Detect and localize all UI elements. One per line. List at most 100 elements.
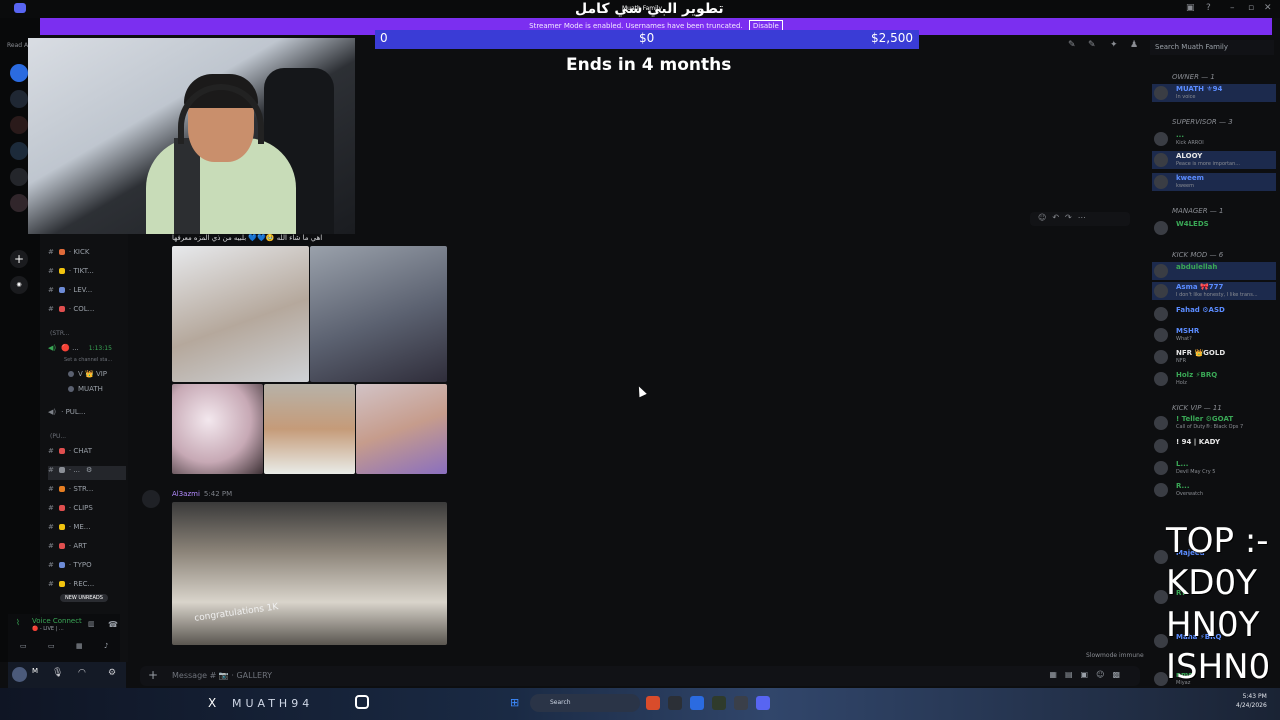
mute-icon[interactable]: 🎙 [52, 668, 63, 678]
voice-channel-name[interactable]: 🔴 - LIVE | ... [32, 626, 64, 632]
channel-item[interactable]: # · ME... [48, 523, 90, 537]
voice-channel[interactable]: ◀) · PUL... [48, 408, 86, 422]
message-author[interactable]: Al3azmi 5:42 PM [172, 490, 232, 498]
category-header[interactable]: (STR... [50, 330, 70, 337]
read-all-label[interactable]: Read A [7, 42, 28, 49]
add-server-icon[interactable]: + [10, 250, 28, 268]
member-item[interactable]: ... Kick ARROI [1152, 130, 1276, 148]
pin-icon[interactable]: ✦ [1110, 40, 1118, 50]
steam-icon[interactable] [690, 696, 704, 710]
help-icon[interactable]: ? [1206, 3, 1211, 13]
server-icon[interactable] [10, 194, 28, 212]
channel-emoji-icon [58, 562, 65, 568]
image-child-smiling[interactable] [172, 246, 309, 382]
maximize-icon[interactable]: ▫ [1248, 3, 1254, 13]
speaker-icon: ◀) [48, 408, 57, 416]
reply-icon[interactable]: ↶ [1052, 213, 1065, 222]
server-icon[interactable] [10, 116, 28, 134]
image-child-eating[interactable] [356, 384, 447, 474]
channel-item[interactable]: # · CLIPS [48, 504, 93, 518]
server-icon[interactable] [10, 64, 28, 82]
gift-icon[interactable]: ▦ [1049, 670, 1065, 679]
deafen-icon[interactable]: ◠ [78, 668, 86, 678]
image-child-standing[interactable] [264, 384, 355, 474]
avatar[interactable] [142, 490, 160, 508]
discover-icon[interactable]: ◉ [10, 276, 28, 294]
server-icon[interactable] [10, 168, 28, 186]
member-item[interactable]: kweem kweem [1152, 173, 1276, 191]
image-group-celebration[interactable]: congratulations 1K [172, 502, 447, 645]
member-item[interactable]: ! Teller ⚙GOAT Call of Duty®: Black Ops 7 [1152, 414, 1276, 432]
channel-item[interactable]: # · KICK [48, 248, 89, 262]
user-settings-icon[interactable]: ⚙ [108, 668, 116, 678]
member-item[interactable]: W4LEDS [1152, 219, 1276, 237]
member-item[interactable]: Holz ⚡BRQ Holz [1152, 370, 1276, 388]
member-item[interactable]: ! 94 | KADY [1152, 437, 1276, 455]
streamer-webcam [28, 38, 355, 234]
channel-item[interactable]: # · COL... [48, 305, 94, 319]
chrome-icon[interactable] [668, 696, 682, 710]
member-item[interactable]: L... Devil May Cry 5 [1152, 459, 1276, 477]
activities-icon[interactable]: ▦ [76, 642, 83, 650]
channel-item[interactable]: # · REC... [48, 580, 94, 594]
close-icon[interactable]: ✕ [1264, 3, 1272, 13]
voice-user[interactable]: V 👑 VIP [68, 370, 107, 384]
server-icon[interactable] [10, 90, 28, 108]
image-child-lying[interactable] [310, 246, 447, 382]
category-header[interactable]: (PU... [50, 433, 66, 440]
notification-icon[interactable]: ✎ [1088, 40, 1096, 50]
member-item[interactable]: R... Overwatch [1152, 481, 1276, 499]
member-item[interactable]: ALOOY Peace is more importan... [1152, 151, 1276, 169]
member-item[interactable]: Asma 🎀777 I don't like honesty, I like tr… [1152, 282, 1276, 300]
member-item[interactable]: Fahad ⚙ASD [1152, 305, 1276, 323]
more-icon[interactable]: ⋯ [1078, 213, 1092, 222]
channel-item[interactable]: # · TYPO [48, 561, 92, 575]
member-item[interactable]: NFR 👑GOLD NFR [1152, 348, 1276, 366]
noise-suppression-icon[interactable]: ▥ [88, 620, 95, 628]
voice-channel[interactable]: ◀) 🔴 ... 1:13:15 [48, 344, 112, 358]
x-logo-icon: X [208, 696, 217, 710]
new-unreads-pill[interactable]: NEW UNREADS [60, 594, 108, 602]
screen-share-icon[interactable]: ▭ [48, 642, 55, 650]
inbox-icon[interactable]: ▣ [1186, 3, 1195, 13]
minimize-icon[interactable]: – [1230, 3, 1235, 13]
soundboard-icon[interactable]: ♪ [104, 642, 108, 650]
member-item[interactable]: MSHR What? [1152, 326, 1276, 344]
apps-icon[interactable]: ▩ [1112, 670, 1128, 679]
server-icon[interactable] [10, 142, 28, 160]
avatar[interactable] [12, 667, 27, 682]
channel-item[interactable]: # · ART [48, 542, 87, 556]
sticker-icon[interactable]: ▣ [1081, 670, 1097, 679]
camera-icon[interactable]: ▭ [20, 642, 27, 650]
member-item[interactable]: MUATH ⚜94 In voice [1152, 84, 1276, 102]
settings-icon[interactable]: ⚙ [86, 466, 92, 474]
channel-item[interactable]: # · STR... [48, 485, 93, 499]
channel-item[interactable]: # · TIKT... [48, 267, 94, 281]
image-cake[interactable] [172, 384, 263, 474]
start-icon[interactable]: ⊞ [510, 696, 519, 709]
channel-item[interactable]: # · LEV... [48, 286, 92, 300]
app-icon[interactable] [734, 696, 748, 710]
discord-taskbar-icon[interactable] [756, 696, 770, 710]
top-overlay-line: KD0Y [1166, 563, 1257, 603]
attach-plus-icon[interactable]: + [148, 668, 158, 682]
reaction-icon[interactable]: ☺ [1038, 213, 1052, 222]
role-header: SUPERVISOR — 3 [1172, 118, 1233, 126]
member-item[interactable]: abdulellah [1152, 262, 1276, 280]
excel-icon[interactable] [712, 696, 726, 710]
emoji-icon[interactable]: ☺ [1096, 670, 1112, 679]
brave-icon[interactable] [646, 696, 660, 710]
disconnect-icon[interactable]: ☎ [108, 620, 118, 629]
gif-icon[interactable]: ▤ [1065, 670, 1081, 679]
message-composer[interactable]: + Message # 📷 · GALLERY ▦▤▣☺▩ [140, 666, 1140, 686]
system-clock[interactable]: 5:43 PM 4/24/2026 [1236, 692, 1267, 710]
forward-icon[interactable]: ↷ [1065, 213, 1078, 222]
search-input[interactable]: Search Muath Family [1150, 40, 1274, 55]
member-list-icon[interactable]: ♟ [1130, 40, 1138, 50]
taskbar-search[interactable]: Search [530, 694, 640, 712]
voice-user[interactable]: MUATH [68, 385, 103, 399]
threads-icon[interactable]: ✎ [1068, 40, 1076, 50]
channel-item[interactable]: # · CHAT [48, 447, 92, 461]
composer-input[interactable]: Message # 📷 · GALLERY [172, 671, 272, 680]
channel-item-selected[interactable]: # · ... ⚙ [48, 466, 126, 480]
